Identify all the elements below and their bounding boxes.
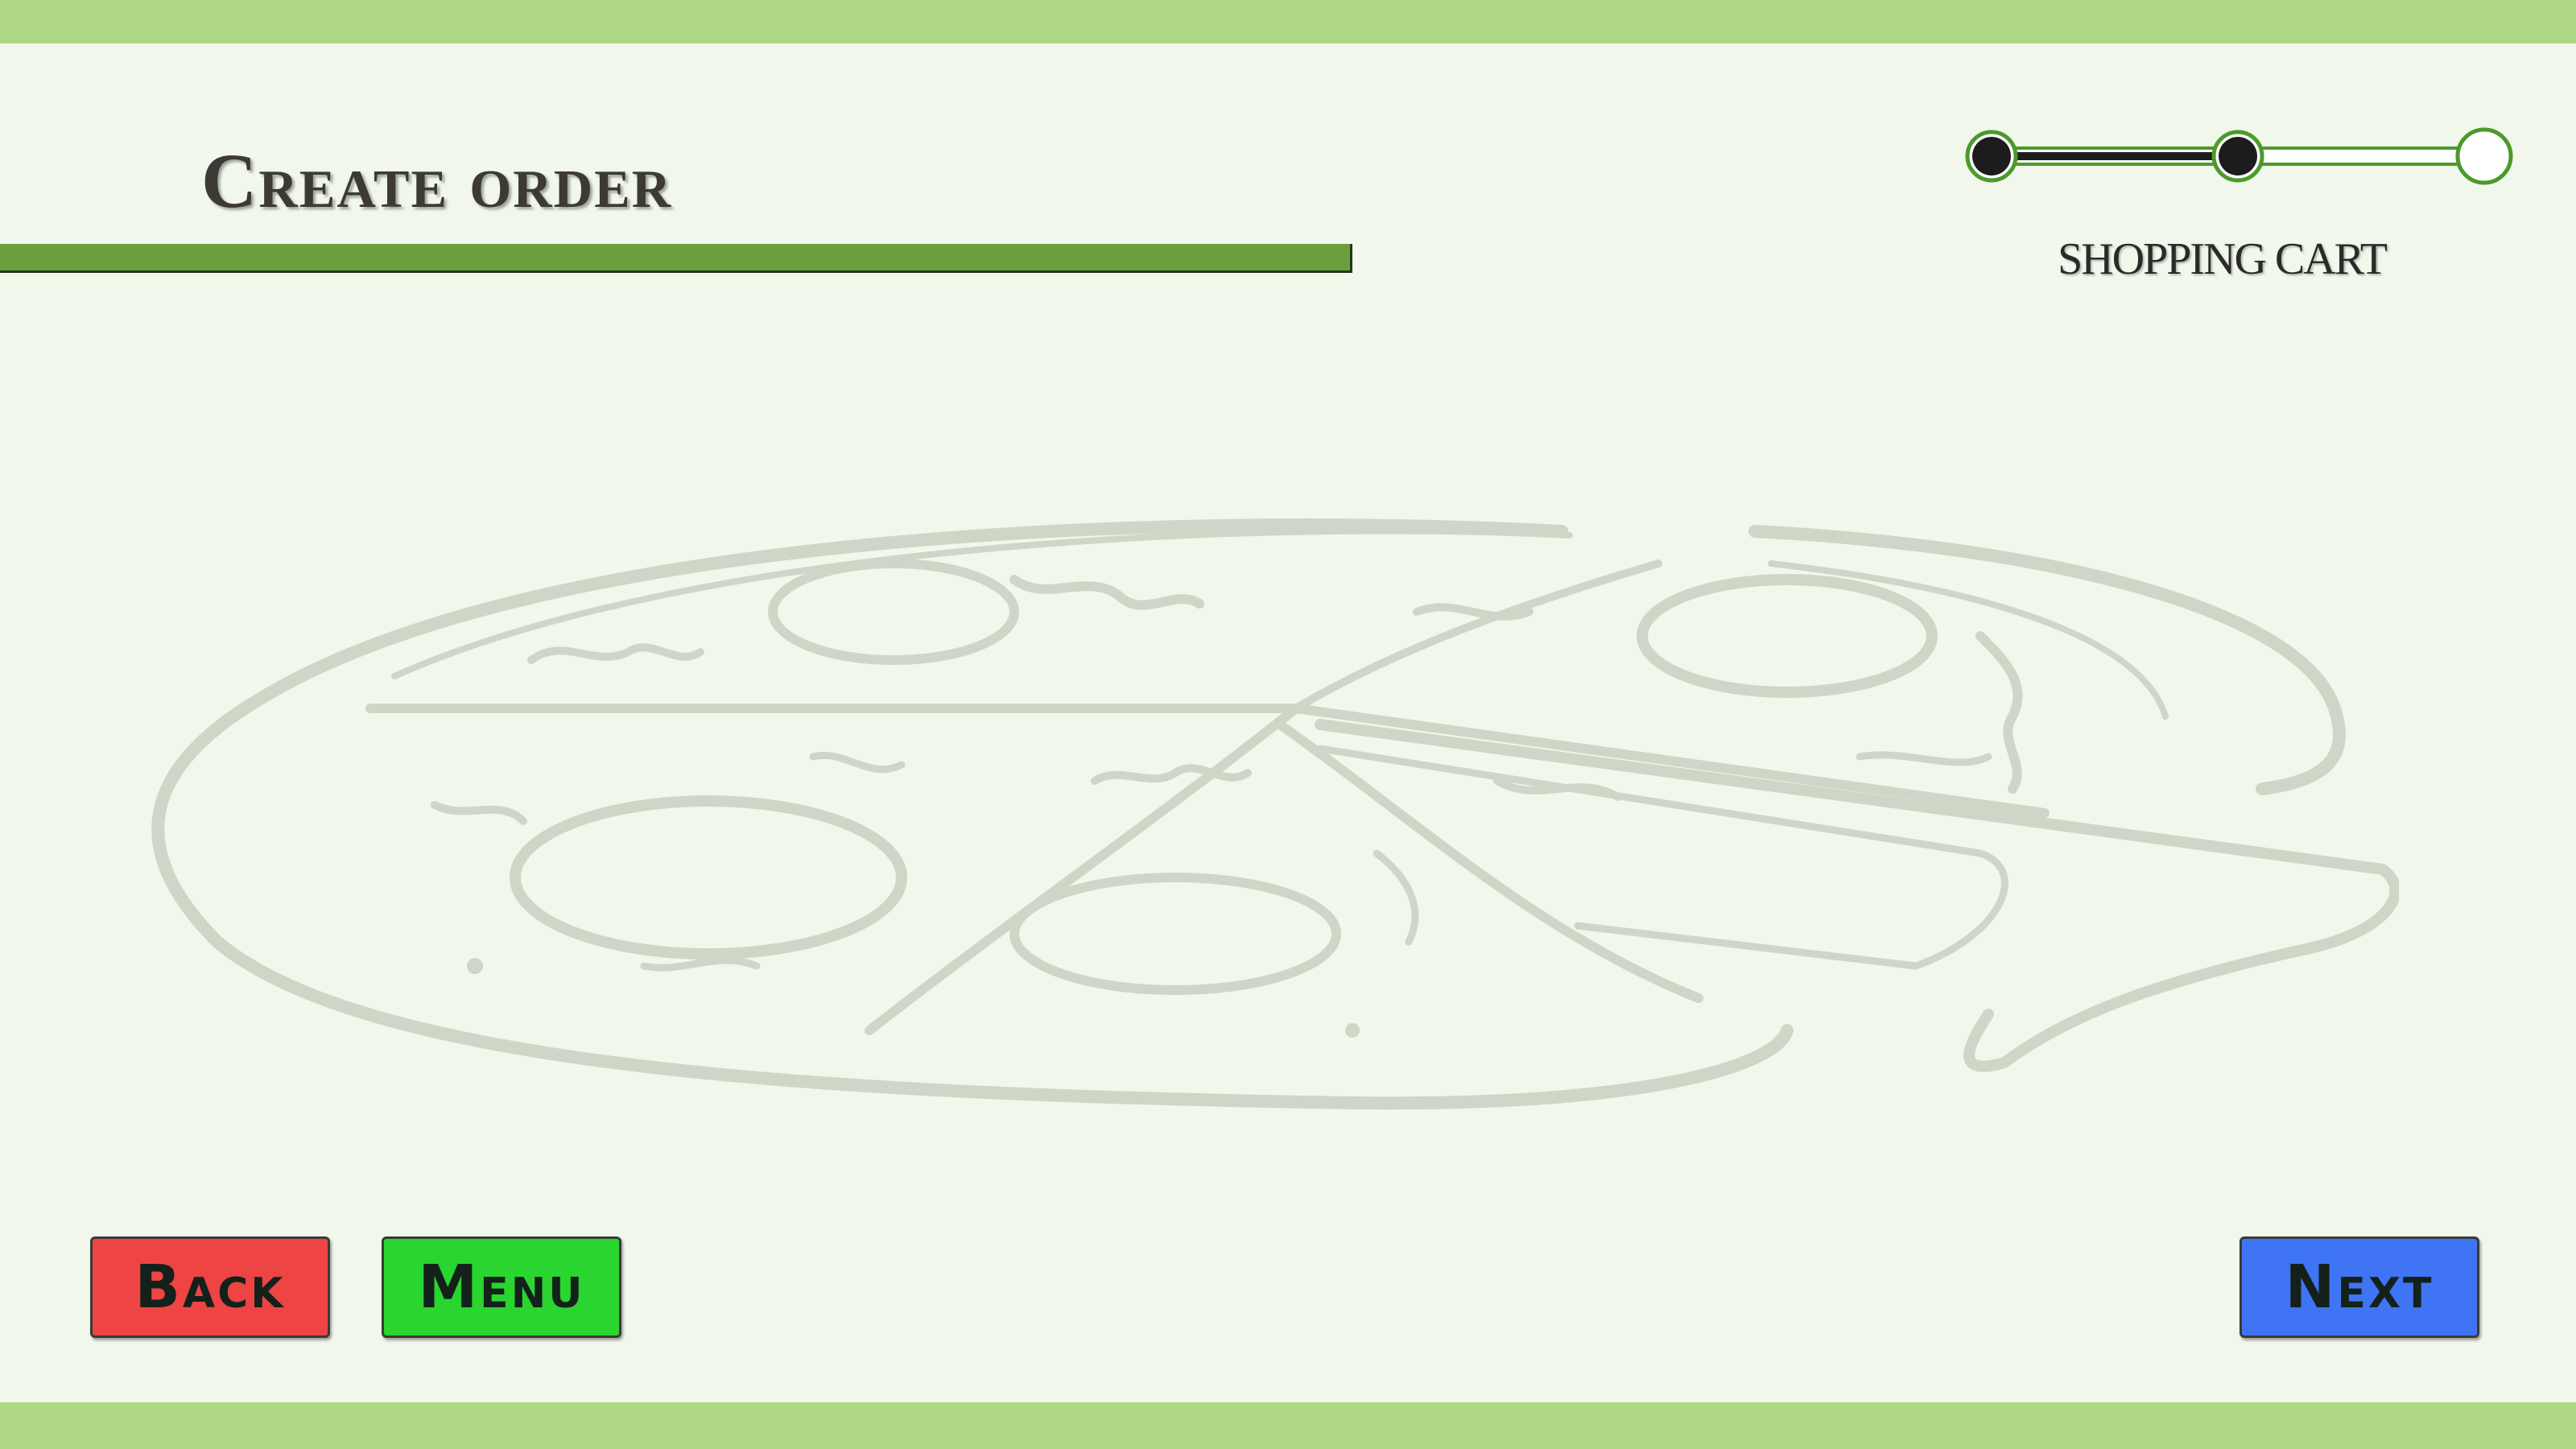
page-title: Create order (201, 138, 673, 224)
back-button[interactable]: Back (90, 1236, 330, 1338)
current-step-label: SHOPPING CART (2058, 234, 2388, 284)
next-button[interactable]: Next (2240, 1236, 2479, 1338)
top-band (0, 0, 2576, 43)
pizza-illustration (129, 515, 2401, 1127)
title-underline (0, 244, 1352, 273)
progress-step-2 (2211, 130, 2264, 183)
progress-step-3 (2455, 127, 2513, 185)
menu-button[interactable]: Menu (382, 1236, 621, 1338)
progress-stepper (1964, 119, 2520, 200)
progress-step-1 (1965, 130, 2018, 183)
progress-filled-connector (1992, 152, 2238, 160)
bottom-band (0, 1402, 2576, 1449)
